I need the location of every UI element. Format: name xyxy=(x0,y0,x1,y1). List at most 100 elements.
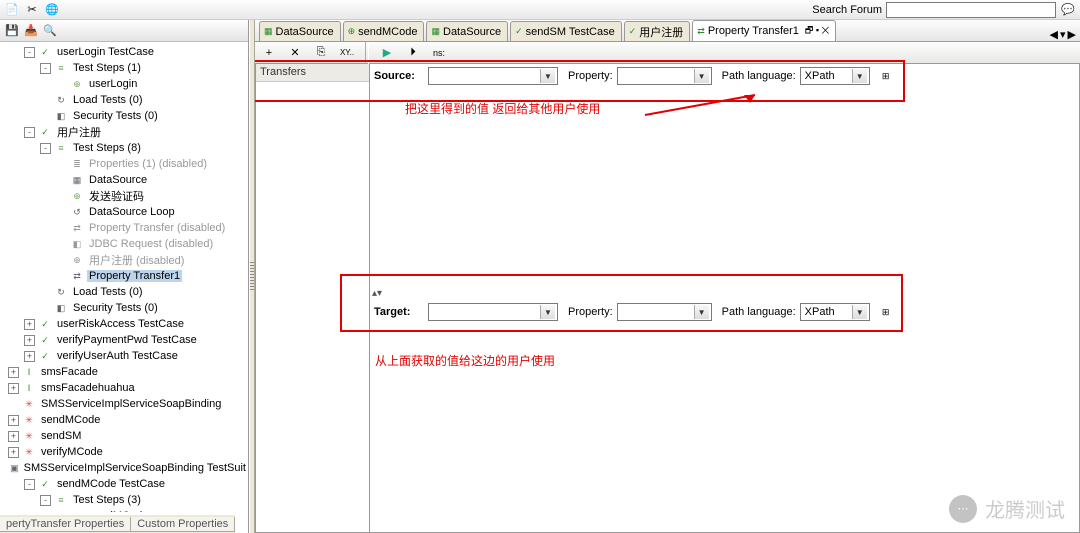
remove-transfer-button[interactable]: ✕ xyxy=(285,44,305,62)
source-property-combo[interactable]: ▼ xyxy=(617,67,712,85)
tree-node[interactable]: +✓verifyUserAuth TestCase xyxy=(0,348,248,364)
tree-node[interactable]: ⇄Property Transfer1 xyxy=(0,268,248,284)
rename-transfer-button[interactable]: XY.. xyxy=(337,44,357,62)
tree-node[interactable]: +✳sendMCode xyxy=(0,412,248,428)
scissors-icon[interactable]: ✂ xyxy=(24,2,40,18)
tree-node[interactable]: ✳SMSServiceImplServiceSoapBinding xyxy=(0,396,248,412)
editor-tab[interactable]: ⊕sendMCode xyxy=(343,21,425,41)
tab-label: DataSource xyxy=(443,26,501,38)
source-pathlang-combo[interactable]: XPath▼ xyxy=(800,67,870,85)
tab-window-controls[interactable]: 🗗 ▪ ✕ xyxy=(805,23,829,39)
node-label: DataSource xyxy=(87,174,149,186)
tree-node[interactable]: ▣SMSServiceImplServiceSoapBinding TestSu… xyxy=(0,460,248,476)
expand-icon[interactable]: + xyxy=(8,431,19,442)
expand-icon[interactable]: + xyxy=(8,415,19,426)
tree-node[interactable]: ◧Security Tests (0) xyxy=(0,300,248,316)
expander-bar[interactable]: ▴▾ xyxy=(370,287,1079,299)
declare-ns-button[interactable]: ns: xyxy=(429,44,449,62)
watermark: ⋯ 龙腾测试 xyxy=(949,494,1065,523)
expand-icon[interactable]: + xyxy=(24,351,35,362)
target-pathlang-label: Path language: xyxy=(722,306,796,318)
expand-icon[interactable]: + xyxy=(24,319,35,330)
target-combo[interactable]: ▼ xyxy=(428,303,558,321)
tab-nav-next-icon[interactable]: ▶ xyxy=(1068,28,1076,41)
tree-node[interactable]: ⊕用户注册 (disabled) xyxy=(0,252,248,268)
tree-node[interactable]: ⇄Property Transfer (disabled) xyxy=(0,220,248,236)
tree-node[interactable]: -≡Test Steps (1) xyxy=(0,60,248,76)
tree-node[interactable]: +✓verifyPaymentPwd TestCase xyxy=(0,332,248,348)
node-icon: ▣ xyxy=(10,461,19,475)
node-icon: ↻ xyxy=(54,93,68,107)
expand-icon[interactable]: + xyxy=(8,447,19,458)
tree-node[interactable]: +IsmsFacade xyxy=(0,364,248,380)
tree-node[interactable]: -✓用户注册 xyxy=(0,124,248,140)
node-icon: ⇄ xyxy=(70,221,84,235)
save-all-icon[interactable]: 💾 xyxy=(4,23,20,39)
expand-icon[interactable]: + xyxy=(24,335,35,346)
filter-icon[interactable]: 🔍 xyxy=(42,23,58,39)
expand-icon[interactable]: + xyxy=(8,367,19,378)
project-tree[interactable]: -✓userLogin TestCase-≡Test Steps (1)⊕use… xyxy=(0,42,248,512)
target-property-label: Property: xyxy=(568,306,613,318)
expand-icon[interactable]: - xyxy=(40,143,51,154)
tree-node[interactable]: -≡Test Steps (8) xyxy=(0,140,248,156)
node-icon: ≡ xyxy=(54,61,68,75)
tree-node[interactable]: ⊕sendMCode xyxy=(0,508,248,512)
expand-icon[interactable]: - xyxy=(24,47,35,58)
expand-icon[interactable]: - xyxy=(24,127,35,138)
editor-tab[interactable]: ✓用户注册 xyxy=(624,21,691,41)
editor-tab[interactable]: ▦DataSource xyxy=(259,21,341,41)
node-label: Test Steps (8) xyxy=(71,142,143,154)
tree-node[interactable]: ⊕userLogin xyxy=(0,76,248,92)
import-icon[interactable]: 📥 xyxy=(23,23,39,39)
search-forum-input[interactable] xyxy=(886,2,1056,18)
tree-node[interactable]: +✳sendSM xyxy=(0,428,248,444)
chevron-down-icon: ▼ xyxy=(852,69,867,83)
expand-icon[interactable]: - xyxy=(40,63,51,74)
tree-node[interactable]: ≣Properties (1) (disabled) xyxy=(0,156,248,172)
run-all-button[interactable]: ⏵ xyxy=(403,44,423,62)
tree-node[interactable]: ↻Load Tests (0) xyxy=(0,92,248,108)
tab-label: sendSM TestCase xyxy=(526,26,615,38)
source-ns-button[interactable]: ⊞ xyxy=(876,67,896,85)
source-combo[interactable]: ▼ xyxy=(428,67,558,85)
tree-node[interactable]: +✳verifyMCode xyxy=(0,444,248,460)
node-label: smsFacadehuahua xyxy=(39,382,137,394)
node-label: Properties (1) (disabled) xyxy=(87,158,209,170)
tree-node[interactable]: ◧Security Tests (0) xyxy=(0,108,248,124)
editor-tab[interactable]: ▦DataSource xyxy=(426,21,508,41)
expand-icon[interactable]: - xyxy=(40,495,51,506)
add-transfer-button[interactable]: + xyxy=(259,44,279,62)
target-property-combo[interactable]: ▼ xyxy=(617,303,712,321)
tree-node[interactable]: +✓userRiskAccess TestCase xyxy=(0,316,248,332)
tree-node[interactable]: -≡Test Steps (3) xyxy=(0,492,248,508)
app-icon[interactable]: 📄 xyxy=(4,2,20,18)
tree-node[interactable]: -✓sendMCode TestCase xyxy=(0,476,248,492)
expand-icon[interactable]: + xyxy=(8,383,19,394)
tab-nav-list-icon[interactable]: ▾ xyxy=(1060,28,1066,41)
tree-node[interactable]: +IsmsFacadehuahua xyxy=(0,380,248,396)
expand-icon[interactable]: - xyxy=(24,479,35,490)
tree-node[interactable]: ↺DataSource Loop xyxy=(0,204,248,220)
globe-icon[interactable]: 🌐 xyxy=(44,2,60,18)
node-icon: ▦ xyxy=(70,173,84,187)
copy-transfer-button[interactable]: ⎘ xyxy=(311,44,331,62)
help-icon[interactable]: 💬 xyxy=(1060,2,1076,18)
tree-node[interactable]: ⊕发送验证码 xyxy=(0,188,248,204)
run-button[interactable]: ▶ xyxy=(377,44,397,62)
target-pathlang-combo[interactable]: XPath▼ xyxy=(800,303,870,321)
target-ns-button[interactable]: ⊞ xyxy=(876,303,896,321)
node-icon: ◧ xyxy=(54,301,68,315)
tree-node[interactable]: ◧JDBC Request (disabled) xyxy=(0,236,248,252)
node-label: smsFacade xyxy=(39,366,100,378)
tab-nav-prev-icon[interactable]: ◀ xyxy=(1050,28,1058,41)
editor-tab[interactable]: ✓sendSM TestCase xyxy=(510,21,622,41)
editor-tab[interactable]: ⇄Property Transfer1🗗 ▪ ✕ xyxy=(692,20,836,41)
tree-node[interactable]: ▦DataSource xyxy=(0,172,248,188)
bottom-tab-prop-transfer[interactable]: pertyTransfer Properties xyxy=(0,517,131,532)
chevron-down-icon: ▼ xyxy=(540,69,555,83)
bottom-tab-custom-props[interactable]: Custom Properties xyxy=(130,517,235,532)
tree-node[interactable]: ↻Load Tests (0) xyxy=(0,284,248,300)
tab-label: sendMCode xyxy=(358,26,417,38)
tree-node[interactable]: -✓userLogin TestCase xyxy=(0,44,248,60)
